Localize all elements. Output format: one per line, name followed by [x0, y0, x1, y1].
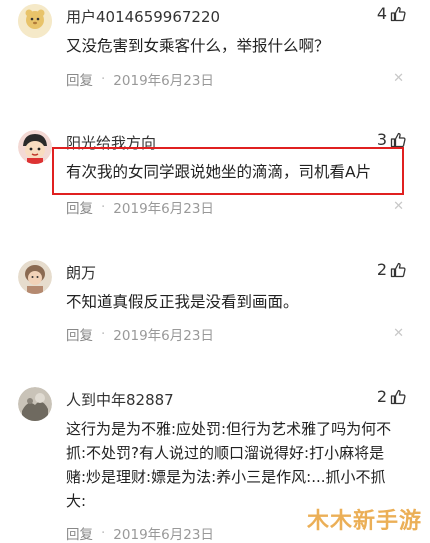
comment-text: 又没危害到女乘客什么，举报什么啊？ — [66, 37, 330, 55]
watermark-logo: 木木新手游 — [306, 509, 422, 534]
thumbs-up-icon — [390, 132, 406, 147]
username[interactable]: 用户4014659967220 — [66, 6, 220, 27]
like-button[interactable]: 2 — [377, 260, 406, 279]
thumbs-up-icon — [390, 389, 406, 404]
comment-text-line: 这行为是为不雅:应处罚:但行为艺术雅了吗为何不 — [66, 420, 392, 438]
dot-separator: · — [101, 199, 106, 215]
dot-separator: · — [101, 71, 106, 87]
avatar[interactable] — [18, 130, 52, 164]
comment-meta: 回复 · 2019年6月23日 — [66, 523, 214, 543]
username[interactable]: 朗万 — [66, 262, 96, 283]
avatar[interactable] — [18, 260, 52, 294]
close-icon[interactable]: ✕ — [393, 199, 404, 214]
username[interactable]: 人到中年82887 — [66, 389, 174, 410]
like-button[interactable]: 4 — [377, 4, 406, 23]
comment-date: 2019年6月23日 — [113, 73, 214, 89]
comment-date: 2019年6月23日 — [113, 527, 214, 543]
like-count: 2 — [376, 260, 387, 279]
avatar[interactable] — [18, 4, 52, 38]
reply-button[interactable]: 回复 — [66, 324, 93, 344]
avatar[interactable] — [18, 387, 52, 421]
comment-meta: 回复 · 2019年6月23日 — [66, 324, 214, 344]
like-count: 3 — [376, 130, 387, 149]
comment-text: 这行为是为不雅:应处罚:但行为艺术雅了吗为何不 抓:不处罚?有人说过的顺口溜说得… — [66, 417, 411, 513]
comment-text: 不知道真假反正我是没看到画面。 — [66, 293, 299, 311]
like-button[interactable]: 3 — [377, 130, 406, 149]
thumbs-up-icon — [390, 262, 406, 277]
dot-separator: · — [101, 525, 106, 541]
comment-text-line: 抓:不处罚?有人说过的顺口溜说得好:打小麻将是 — [66, 444, 385, 462]
reply-button[interactable]: 回复 — [66, 197, 93, 217]
comment-text: 有次我的女同学跟说她坐的滴滴，司机看A片 — [66, 163, 372, 181]
comment-date: 2019年6月23日 — [113, 328, 214, 344]
like-button[interactable]: 2 — [377, 387, 406, 406]
username[interactable]: 阳光给我方向 — [66, 132, 156, 153]
reply-button[interactable]: 回复 — [66, 523, 93, 543]
close-icon[interactable]: ✕ — [393, 326, 404, 341]
comment-date: 2019年6月23日 — [113, 201, 214, 217]
like-count: 2 — [376, 387, 387, 406]
like-count: 4 — [376, 4, 387, 23]
close-icon[interactable]: ✕ — [393, 71, 404, 86]
thumbs-up-icon — [390, 6, 406, 21]
comment-text-line: 赌:炒是理财:嫖是为法:养小三是作风:...抓小不抓 — [66, 468, 386, 486]
reply-button[interactable]: 回复 — [66, 69, 93, 89]
comment-meta: 回复 · 2019年6月23日 — [66, 69, 214, 89]
comment-meta: 回复 · 2019年6月23日 — [66, 197, 214, 217]
dot-separator: · — [101, 326, 106, 342]
